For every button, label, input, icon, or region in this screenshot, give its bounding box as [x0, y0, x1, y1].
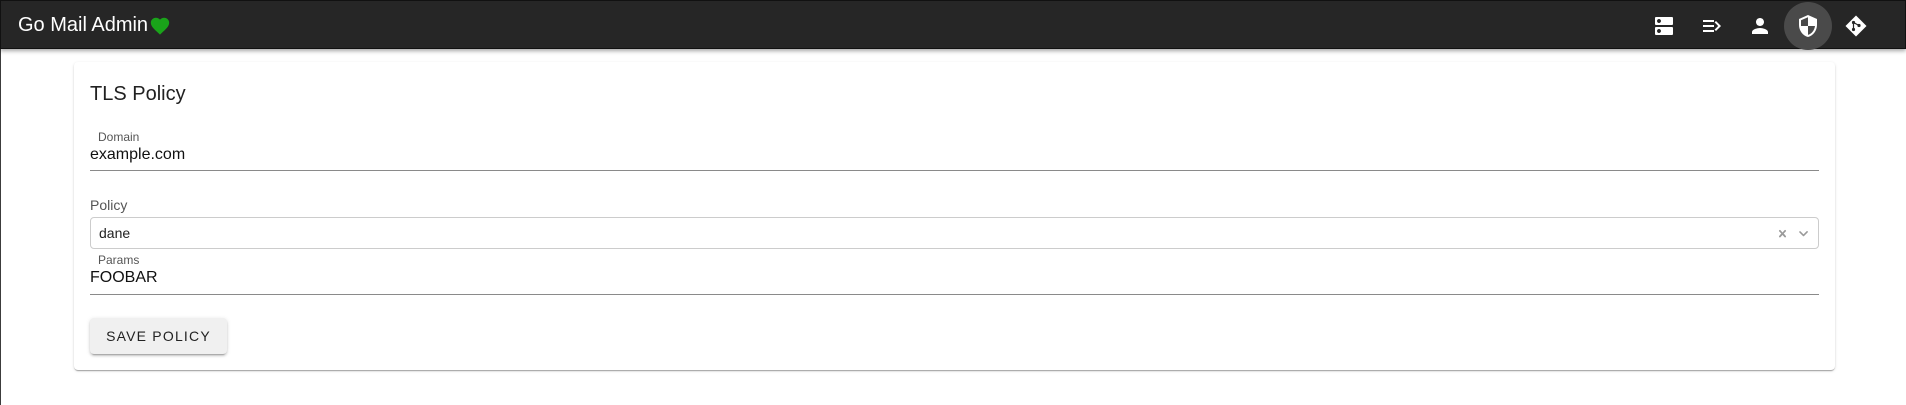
select-indicators — [1772, 226, 1814, 241]
save-policy-button[interactable]: SAVE POLICY — [90, 318, 227, 354]
params-field[interactable]: Params FOOBAR — [90, 253, 1819, 295]
security-shield-icon[interactable] — [1784, 1, 1832, 50]
heart-icon — [149, 15, 171, 37]
policy-selected-value: dane — [99, 225, 131, 241]
git-icon[interactable] — [1832, 2, 1880, 50]
app-brand[interactable]: Go Mail Admin — [18, 13, 171, 37]
domain-underline — [90, 170, 1819, 171]
toolbar-actions — [1640, 1, 1880, 50]
server-icon[interactable] — [1640, 2, 1688, 50]
params-input[interactable]: FOOBAR — [90, 268, 1819, 288]
policy-select[interactable]: dane — [90, 217, 1819, 249]
domain-input[interactable]: example.com — [90, 145, 1819, 165]
page-title: TLS Policy — [90, 83, 186, 105]
app-title: Go Mail Admin — [18, 14, 149, 36]
person-icon[interactable] — [1736, 2, 1784, 50]
domain-field[interactable]: Domain example.com — [90, 130, 1819, 171]
forward-icon[interactable] — [1688, 2, 1736, 50]
params-underline — [90, 294, 1819, 295]
params-label: Params — [98, 253, 140, 267]
chevron-down-icon[interactable] — [1793, 226, 1814, 241]
policy-label: Policy — [90, 197, 128, 213]
tls-policy-card: TLS Policy Domain example.com Policy dan… — [74, 62, 1835, 370]
domain-label: Domain — [98, 130, 140, 144]
window-edge — [0, 0, 1, 405]
app-bar: Go Mail Admin — [0, 0, 1906, 50]
clear-icon[interactable] — [1772, 226, 1793, 241]
